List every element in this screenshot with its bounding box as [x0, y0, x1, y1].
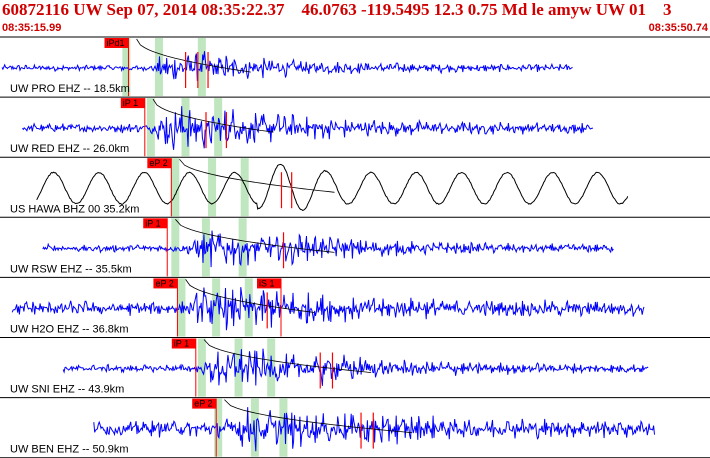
waveform-trace — [62, 348, 649, 386]
station-label: UW RED EHZ -- 26.0km — [10, 143, 129, 155]
pick-window-band — [146, 98, 155, 157]
p-pick-label: iP 1 — [174, 339, 189, 349]
station-label: UW SNI EHZ -- 43.9km — [10, 384, 124, 396]
station-label: UW H2O EHZ -- 36.8km — [10, 324, 129, 336]
s-pick-label: iS 1 — [259, 278, 275, 288]
p-pick-label: iP 1 — [123, 98, 138, 108]
station-label: UW PRO EHZ -- 18.5km — [10, 83, 130, 95]
pick-window-band — [250, 398, 259, 457]
station-label: UW RSW EHZ -- 35.5km — [10, 263, 132, 275]
moveout-curve — [175, 219, 335, 253]
station-label: UW BEN EHZ -- 50.9km — [10, 444, 129, 456]
pick-window-band — [240, 158, 249, 217]
pick-window-band — [208, 158, 217, 217]
p-pick-label: eP 2 — [155, 278, 173, 288]
p-pick-label: iP 1 — [145, 218, 160, 228]
waveform-trace — [1, 51, 573, 81]
station-label: US HAWA BHZ 00 35.2km — [10, 203, 139, 215]
p-pick-label: iPd1 — [106, 38, 124, 48]
moveout-curve — [179, 158, 335, 193]
p-pick-label: eP 2 — [194, 399, 212, 409]
p-pick-label: eP 2 — [149, 158, 167, 168]
waveform-trace — [42, 230, 614, 268]
seismogram-panel: iPd1 UW PRO EHZ -- 18.5km iP 1 UW RED EHZ -… — [0, 36, 710, 458]
